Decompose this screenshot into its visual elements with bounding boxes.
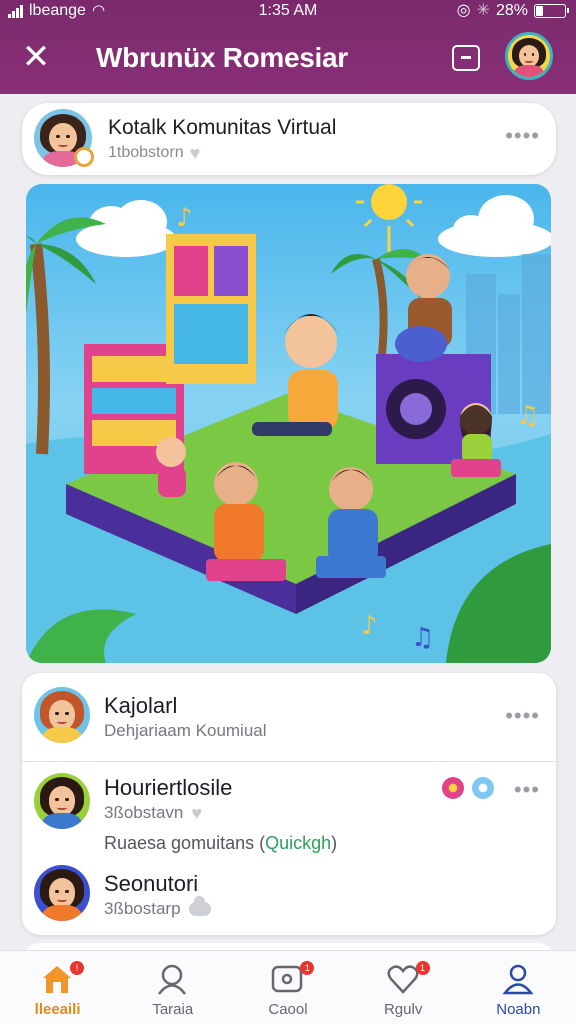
profile-icon (502, 964, 534, 995)
list-item-subtitle: Dehjariaam Koumiual (104, 721, 267, 741)
list-item[interactable]: Kajolarl Dehjariaam Koumiual •••• (22, 673, 556, 761)
person-guitar (395, 254, 452, 362)
avatar (34, 687, 90, 743)
avatar (34, 865, 90, 921)
group-subtitle: 1tbobstorn (108, 144, 184, 161)
extra-accent[interactable]: Quickgh (265, 833, 331, 853)
blue-flower-icon (472, 777, 494, 799)
list-item-title: Houriertlosile (104, 775, 233, 800)
nav-label: Noabn (496, 1001, 541, 1018)
bluetooth-icon: ✳ (476, 2, 490, 19)
nav-label: lleeaili (34, 1001, 81, 1018)
svg-text:♫: ♫ (516, 401, 539, 431)
person-girl-right (460, 403, 492, 464)
list-item-extra: Ruaesa gomuitans (Quickgh) (104, 833, 337, 854)
battery-percent: 28% (495, 2, 528, 19)
person-front-left (214, 462, 264, 562)
close-icon[interactable]: ✕ (18, 40, 54, 76)
alarm-icon: ◎ (456, 2, 471, 19)
extra-prefix: Ruaesa gomuitans ( (104, 833, 266, 853)
page-title: Wbrunüx Romesiar (96, 42, 348, 73)
bench-right (316, 556, 386, 578)
svg-text:♪: ♪ (176, 203, 193, 233)
list-item-subtitle-text: 3ßobstavn (104, 803, 184, 822)
group-subtitle-row: 1tbobstorn ♥ (108, 144, 200, 162)
person-front-right (328, 467, 378, 564)
list-item-subtitle: 3ßbostarp (104, 896, 211, 919)
top-app-bar: lbeange ◠ 1:35 AM ◎ ✳ 28% ✕ Wbrunüx Rome… (0, 0, 576, 94)
svg-text:♪: ♪ (361, 611, 378, 641)
online-status-icon (74, 147, 94, 167)
nav-item-people[interactable]: Taraia (115, 951, 230, 1024)
status-right: ◎ ✳ 28% (456, 0, 569, 22)
bench-far-right (451, 459, 501, 477)
cloud-left (76, 200, 176, 257)
profile-avatar[interactable] (505, 32, 553, 80)
nav-item-home[interactable]: ! lleeaili (0, 951, 115, 1024)
nav-item-chat[interactable]: 1 Caool (230, 951, 345, 1024)
battery-fill (536, 6, 544, 16)
cabinet (166, 234, 256, 384)
people-icon (158, 964, 187, 995)
group-header-card[interactable]: Kotalk Komunitas Virtual 1tbobstorn ♥ ••… (22, 103, 556, 175)
more-options-icon[interactable]: •••• (505, 125, 540, 147)
cloud-right (438, 195, 551, 257)
notification-badge: 1 (300, 961, 315, 975)
more-options-icon[interactable]: ••• (514, 779, 540, 801)
community-illustration[interactable]: ♪ ♫ ♪ ♫ (26, 184, 551, 663)
nav-label: Caool (268, 1001, 308, 1018)
battery-icon (534, 4, 569, 18)
nav-item-favorites[interactable]: 1 Rgulv (346, 951, 461, 1024)
list-item-title: Kajolarl (104, 693, 178, 718)
member-list: Kajolarl Dehjariaam Koumiual •••• Hourie… (22, 673, 556, 935)
chat-icon (272, 965, 303, 993)
pink-flower-icon (442, 777, 464, 799)
avatar (34, 773, 90, 829)
notification-badge: ! (70, 961, 84, 975)
list-item-subtitle: 3ßobstavn ♥ (104, 803, 202, 823)
list-item-subtitle-text: 3ßbostarp (104, 899, 181, 918)
heart-icon[interactable]: ♥ (191, 804, 202, 822)
bottom-navigation: ! lleeaili Taraia 1 Caool 1 Rgulv Noabn (0, 950, 576, 1024)
list-item[interactable]: Houriertlosile 3ßobstavn ♥ Ruaesa gomuit… (22, 761, 556, 857)
illustration-svg: ♪ ♫ ♪ ♫ (26, 184, 551, 663)
list-item-subtitle-text: Dehjariaam Koumiual (104, 721, 267, 740)
list-item[interactable]: Seonutori 3ßbostarp (22, 857, 556, 935)
extra-suffix: ) (331, 833, 338, 853)
nav-label: Taraia (152, 1001, 194, 1018)
notification-badge: 1 (415, 961, 430, 975)
group-name: Kotalk Komunitas Virtual (108, 116, 337, 139)
nav-item-profile[interactable]: Noabn (461, 951, 576, 1024)
list-item-title: Seonutori (104, 871, 199, 896)
heart-icon[interactable]: ♥ (190, 144, 201, 162)
status-bar: lbeange ◠ 1:35 AM ◎ ✳ 28% (0, 0, 576, 22)
sun-icon (356, 184, 422, 254)
nav-label: Rgulv (383, 1001, 423, 1018)
heart-outline-icon (387, 965, 419, 994)
app-bar: ✕ Wbrunüx Romesiar (0, 22, 576, 94)
svg-text:♫: ♫ (411, 623, 434, 653)
bench-left (206, 559, 286, 581)
cloud-icon (188, 896, 211, 916)
share-icon[interactable] (452, 45, 480, 71)
home-icon (43, 966, 71, 993)
more-options-icon[interactable]: •••• (505, 705, 540, 727)
